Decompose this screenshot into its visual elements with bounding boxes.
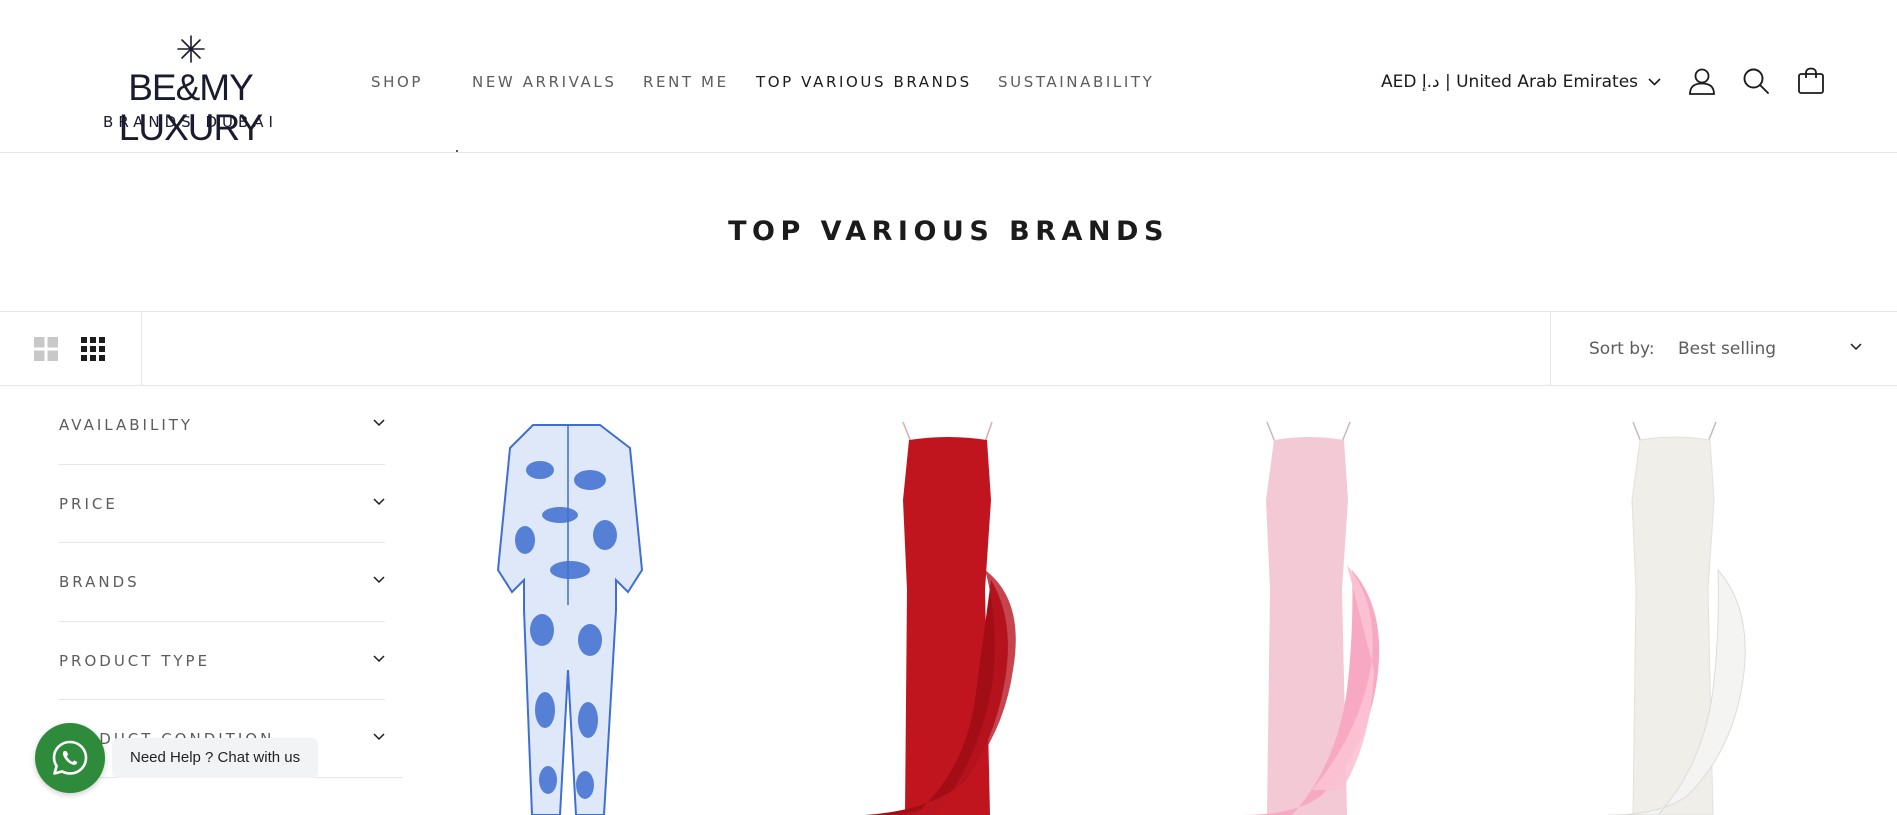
grid-2-icon[interactable]	[33, 336, 59, 362]
logo[interactable]: BE&MY LUXURY BRANDS DUBAI	[58, 34, 323, 148]
whatsapp-button[interactable]	[35, 723, 105, 793]
nav-item-shop[interactable]: SHOP	[371, 71, 423, 93]
toolbar-divider	[1550, 312, 1551, 386]
filter-label: PRICE	[59, 494, 118, 513]
sort-value: Best selling	[1678, 339, 1777, 359]
search-icon[interactable]	[1741, 66, 1771, 96]
toolbar-divider	[141, 312, 142, 386]
filter-label: AVAILABILITY	[59, 416, 194, 434]
logo-main-text: BE&MY LUXURY	[118, 67, 263, 148]
chevron-down-icon	[373, 419, 385, 427]
filter-availability[interactable]: AVAILABILITY	[59, 386, 385, 465]
chevron-down-icon	[1648, 78, 1661, 86]
filter-product-type[interactable]: PRODUCT TYPE	[59, 622, 385, 700]
nav-item-new-arrivals[interactable]: NEW ARRIVALS	[472, 71, 616, 93]
page-title: TOP VARIOUS BRANDS	[728, 216, 1169, 247]
product-image	[1242, 421, 1380, 815]
product-card-pink-feather-dress[interactable]	[1182, 420, 1482, 815]
nav-item-rent-me[interactable]: RENT ME	[643, 71, 729, 93]
filter-price[interactable]: PRICE	[59, 465, 385, 543]
product-image	[865, 421, 1016, 815]
sort-label: Sort by:	[1589, 339, 1655, 359]
grid-3-icon[interactable]	[80, 336, 106, 362]
filter-sidebar: AVAILABILITY PRICE BRANDS PRODUCT TYPE P…	[59, 386, 385, 779]
chevron-down-icon	[373, 576, 385, 584]
account-icon[interactable]	[1687, 66, 1717, 96]
nav-item-sustainability[interactable]: SUSTAINABILITY	[998, 71, 1154, 93]
whatsapp-icon	[52, 740, 88, 775]
chevron-down-icon	[373, 733, 385, 741]
filter-label: BRANDS	[59, 573, 140, 591]
product-image	[496, 424, 644, 815]
divider-dot	[456, 150, 458, 152]
locale-label: AED د.إ | United Arab Emirates	[1381, 72, 1639, 92]
star-icon	[177, 35, 205, 63]
whatsapp-help-label[interactable]: Need Help ? Chat with us	[112, 738, 319, 778]
currency-country-selector[interactable]: AED د.إ | United Arab Emirates	[1381, 70, 1661, 94]
product-image	[1607, 421, 1746, 815]
cart-icon[interactable]	[1796, 66, 1826, 96]
sort-select[interactable]: Best selling	[1678, 337, 1862, 361]
logo-sub-text: BRANDS DUBAI	[103, 113, 278, 131]
site-header: BE&MY LUXURY BRANDS DUBAI SHOP NEW ARRIV…	[0, 0, 1897, 153]
product-card-red-feather-dress[interactable]	[815, 420, 1115, 815]
chevron-down-icon	[1850, 343, 1862, 351]
chevron-down-icon	[373, 654, 385, 662]
nav-item-top-various-brands[interactable]: TOP VARIOUS BRANDS	[756, 71, 972, 93]
filter-brands[interactable]: BRANDS	[59, 543, 385, 622]
product-card-pajama-set[interactable]	[430, 420, 730, 815]
product-card-white-feather-dress[interactable]	[1548, 420, 1848, 815]
collection-toolbar: Sort by: Best selling	[0, 311, 1897, 386]
chevron-down-icon	[373, 497, 385, 505]
filter-label: PRODUCT TYPE	[59, 651, 211, 670]
